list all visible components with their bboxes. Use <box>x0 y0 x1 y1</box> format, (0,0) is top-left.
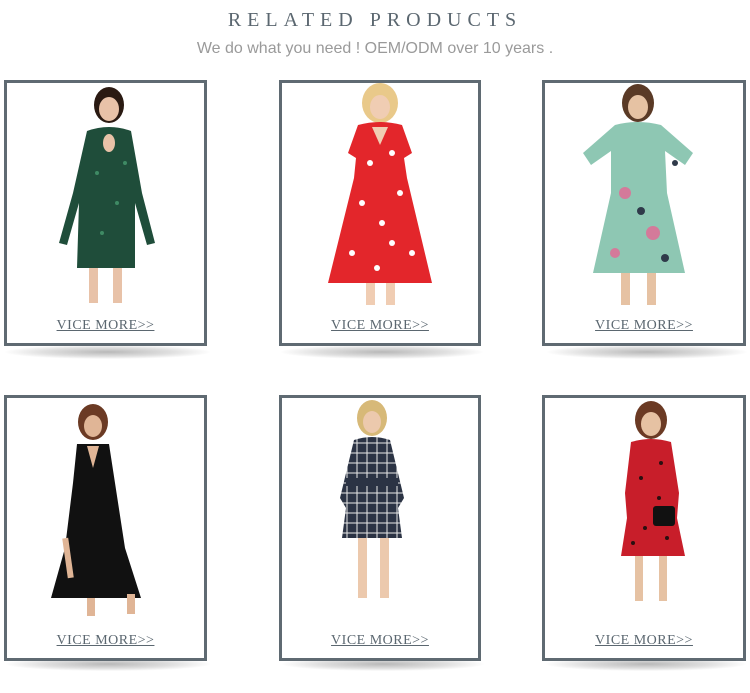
view-more-link[interactable]: VICE MORE>> <box>7 633 204 649</box>
product-card[interactable]: VICE MORE>> <box>279 395 481 661</box>
product-image-red-polka-dot-dress[interactable] <box>545 398 743 628</box>
product-image-mint-floral-dress[interactable] <box>545 83 743 313</box>
view-more-link[interactable]: VICE MORE>> <box>545 633 743 649</box>
product-card[interactable]: VICE MORE>> <box>542 80 746 346</box>
view-more-link[interactable]: VICE MORE>> <box>282 633 478 649</box>
product-image-red-floral-dress[interactable] <box>282 83 478 313</box>
section-title: RELATED PRODUCTS <box>227 9 523 31</box>
product-image-black-maxi-dress[interactable] <box>7 398 204 628</box>
product-card[interactable]: VICE MORE>> <box>4 80 207 346</box>
product-card[interactable]: VICE MORE>> <box>542 395 746 661</box>
product-image-green-sequin-dress[interactable] <box>7 83 204 313</box>
product-card[interactable]: VICE MORE>> <box>4 395 207 661</box>
view-more-link[interactable]: VICE MORE>> <box>7 318 204 334</box>
product-card[interactable]: VICE MORE>> <box>279 80 481 346</box>
product-image-plaid-shirt-dress[interactable] <box>282 398 478 628</box>
section-subtitle: We do what you need ! OEM/ODM over 10 ye… <box>196 40 554 57</box>
view-more-link[interactable]: VICE MORE>> <box>282 318 478 334</box>
view-more-link[interactable]: VICE MORE>> <box>545 318 743 334</box>
